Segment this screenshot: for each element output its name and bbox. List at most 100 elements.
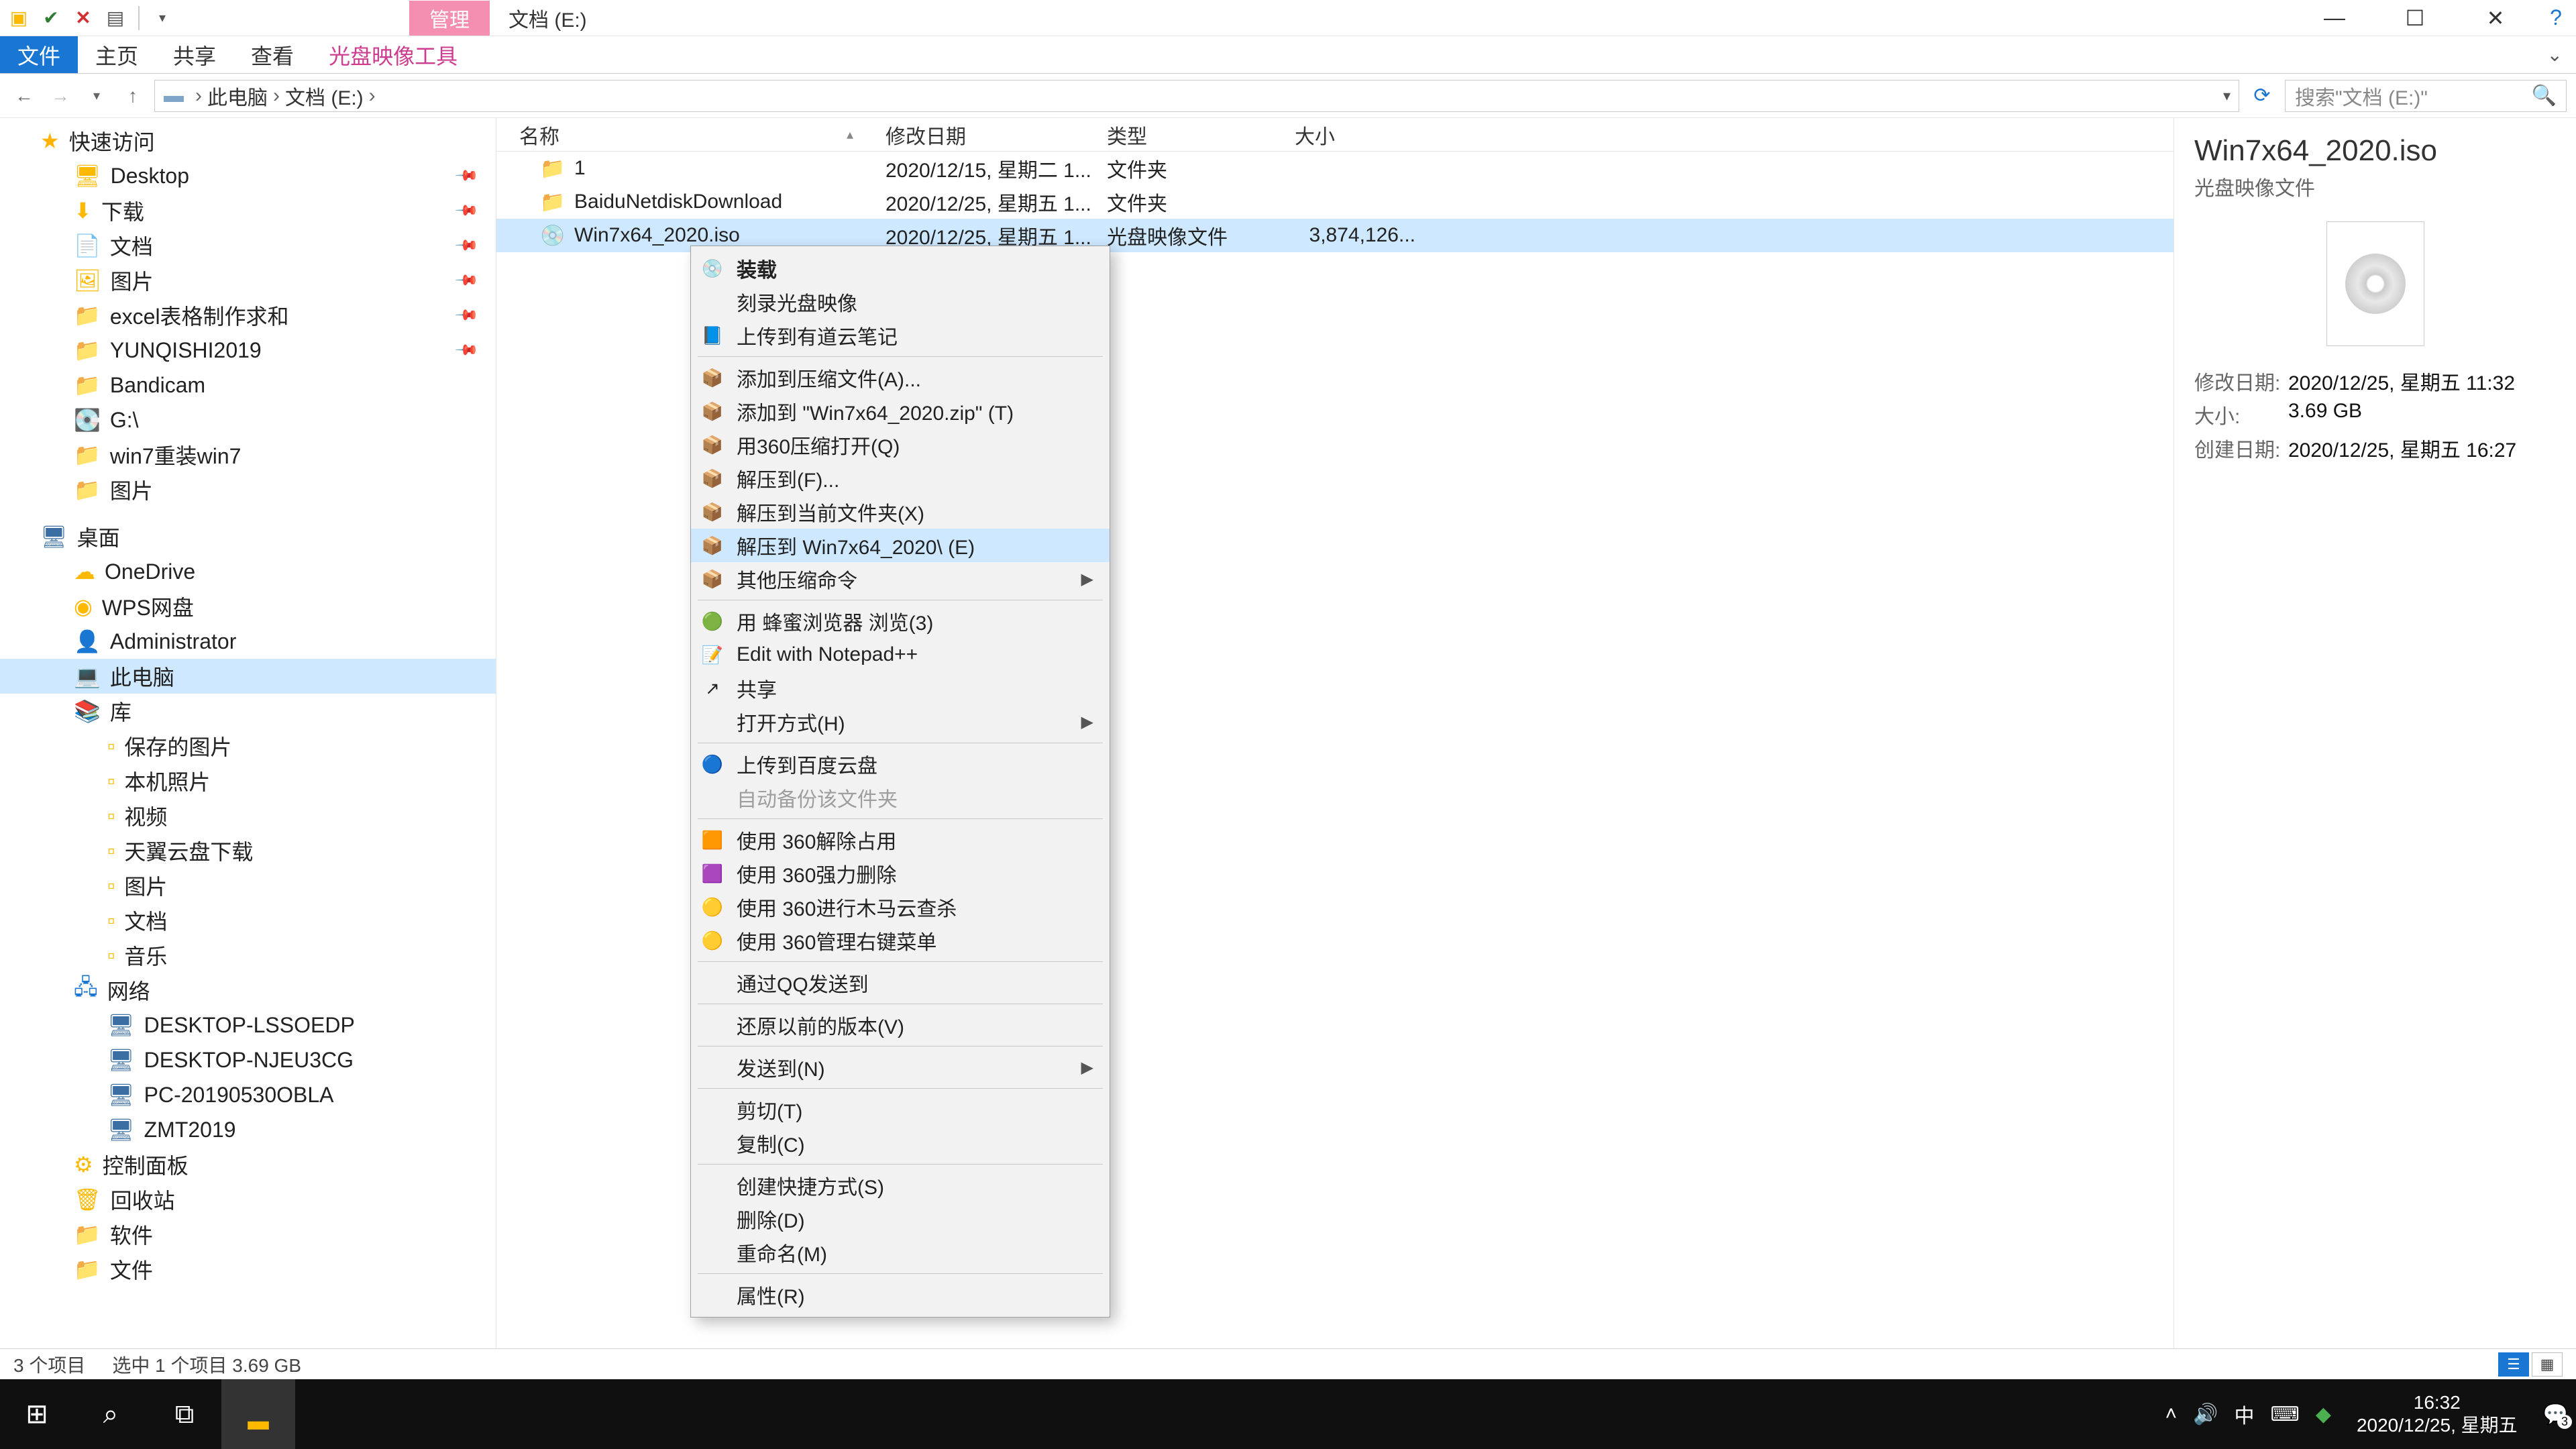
context-menu-item[interactable]: 复制(C) (691, 1126, 1110, 1160)
context-menu-item[interactable]: 🟪使用 360强力删除 (691, 857, 1110, 890)
tree-item[interactable]: ▫视频 (0, 798, 496, 833)
context-menu-item[interactable]: 🔵上传到百度云盘 (691, 747, 1110, 781)
nav-tree[interactable]: ★快速访问 🖥Desktop📌⬇下载📌📄文档📌🖼图片📌📁excel表格制作求和📌… (0, 118, 496, 1348)
context-menu-item[interactable]: 打开方式(H)▶ (691, 705, 1110, 739)
context-menu-item[interactable]: 📦添加到 "Win7x64_2020.zip" (T) (691, 394, 1110, 428)
context-menu-item[interactable]: 通过QQ发送到 (691, 966, 1110, 1000)
qat-props-icon[interactable]: ▤ (102, 5, 129, 32)
help-button[interactable]: ? (2536, 0, 2576, 36)
breadcrumb-dropdown-icon[interactable]: ▾ (2223, 87, 2231, 105)
context-menu-item[interactable]: 📦用360压缩打开(Q) (691, 428, 1110, 462)
context-menu-item[interactable]: 📦解压到 Win7x64_2020\ (E) (691, 529, 1110, 562)
chevron-right-icon[interactable]: › (369, 85, 376, 107)
tree-item[interactable]: ▫文档 (0, 903, 496, 938)
tree-item[interactable]: 🖥DESKTOP-NJEU3CG (0, 1042, 496, 1077)
context-menu-item[interactable]: 📘上传到有道云笔记 (691, 319, 1110, 352)
context-menu-item[interactable]: 📦解压到(F)... (691, 462, 1110, 495)
breadcrumb-part[interactable]: 此电脑 (207, 81, 268, 111)
col-header-type[interactable]: 类型 (1107, 120, 1295, 150)
context-menu-item[interactable]: 还原以前的版本(V) (691, 1008, 1110, 1042)
tree-item[interactable]: 🖥ZMT2019 (0, 1112, 496, 1147)
col-header-size[interactable]: 大小 (1295, 120, 1429, 150)
tree-item[interactable]: 📁excel表格制作求和📌 (0, 298, 496, 333)
tree-item[interactable]: 🖥DESKTOP-LSSOEDP (0, 1008, 496, 1042)
breadcrumb-part[interactable]: 文档 (E:) (285, 81, 364, 111)
tree-item[interactable]: ▫本机照片 (0, 763, 496, 798)
tray-chevron-up-icon[interactable]: ˄ (2165, 1403, 2178, 1426)
refresh-button[interactable]: ⟳ (2246, 80, 2278, 112)
nav-recent-dropdown[interactable]: ▾ (82, 81, 111, 111)
context-menu-item[interactable]: 🟡使用 360进行木马云查杀 (691, 890, 1110, 924)
view-icons-button[interactable]: ▦ (2532, 1352, 2563, 1377)
tree-item[interactable]: ▫保存的图片 (0, 729, 496, 763)
nav-back-button[interactable]: ← (9, 81, 39, 111)
tree-item[interactable]: 📁YUNQISHI2019📌 (0, 333, 496, 368)
tree-item[interactable]: ⚙控制面板 (0, 1147, 496, 1182)
tray-volume-icon[interactable]: 🔊 (2193, 1403, 2218, 1426)
ribbon-tab-home[interactable]: 主页 (78, 36, 156, 73)
context-menu-item[interactable]: 💿装载 (691, 252, 1110, 285)
nav-forward-button[interactable]: → (46, 81, 75, 111)
context-menu-item[interactable]: 📦添加到压缩文件(A)... (691, 361, 1110, 394)
tree-network[interactable]: 🖧网络 (0, 973, 496, 1008)
file-row[interactable]: 📁BaiduNetdiskDownload 2020/12/25, 星期五 1.… (496, 185, 2174, 219)
tree-item[interactable]: 📚库 (0, 694, 496, 729)
search-input[interactable]: 搜索"文档 (E:)" 🔍 (2285, 80, 2567, 112)
tray-security-icon[interactable]: ◆ (2316, 1403, 2331, 1426)
tree-item[interactable]: ▫图片 (0, 868, 496, 903)
tree-item[interactable]: 🖥Desktop📌 (0, 158, 496, 193)
taskbar-explorer-button[interactable]: ▂ (221, 1379, 295, 1449)
tree-item[interactable]: 🖼图片📌 (0, 263, 496, 298)
tree-item[interactable]: 👤Administrator (0, 624, 496, 659)
context-menu-item[interactable]: 🟡使用 360管理右键菜单 (691, 924, 1110, 957)
context-menu-item[interactable]: 属性(R) (691, 1278, 1110, 1311)
tree-item[interactable]: 📁Bandicam (0, 368, 496, 402)
tree-item[interactable]: 📁文件 (0, 1252, 496, 1287)
tree-item[interactable]: ⬇下载📌 (0, 193, 496, 228)
tree-item[interactable]: 💽G:\ (0, 402, 496, 437)
context-menu-item[interactable]: 删除(D) (691, 1202, 1110, 1236)
tree-quick-access[interactable]: ★快速访问 (0, 123, 496, 158)
qat-folder-icon[interactable]: ▣ (5, 5, 32, 32)
task-view-button[interactable]: ⧉ (148, 1379, 221, 1449)
close-button[interactable]: ✕ (2455, 0, 2536, 36)
maximize-button[interactable]: ☐ (2375, 0, 2455, 36)
tree-item[interactable]: 📄文档📌 (0, 228, 496, 263)
context-menu-item[interactable]: 重命名(M) (691, 1236, 1110, 1269)
tree-item[interactable]: 📁图片 (0, 472, 496, 507)
context-menu-item[interactable]: 创建快捷方式(S) (691, 1169, 1110, 1202)
col-header-name[interactable]: 名称▴ (496, 120, 885, 150)
chevron-right-icon[interactable]: › (273, 85, 280, 107)
tree-item[interactable]: ☁OneDrive (0, 554, 496, 589)
nav-up-button[interactable]: ↑ (118, 81, 148, 111)
qat-check-icon[interactable]: ✔ (38, 5, 64, 32)
contextual-tab-manage[interactable]: 管理 (409, 1, 490, 36)
context-menu-item[interactable]: 🟢用 蜂蜜浏览器 浏览(3) (691, 604, 1110, 638)
context-menu-item[interactable]: 📝Edit with Notepad++ (691, 638, 1110, 672)
context-menu-item[interactable]: 发送到(N)▶ (691, 1051, 1110, 1084)
taskbar-search-button[interactable]: ⌕ (74, 1379, 148, 1449)
context-menu-item[interactable]: 📦解压到当前文件夹(X) (691, 495, 1110, 529)
chevron-right-icon[interactable]: › (195, 85, 202, 107)
taskbar-clock[interactable]: 16:32 2020/12/25, 星期五 (2347, 1391, 2527, 1437)
breadcrumb[interactable]: ▬ › 此电脑 › 文档 (E:) › ▾ (154, 80, 2239, 112)
tray-keyboard-icon[interactable]: ⌨ (2271, 1403, 2300, 1426)
tray-ime-icon[interactable]: 中 (2235, 1399, 2255, 1429)
tree-item[interactable]: 📁软件 (0, 1217, 496, 1252)
tree-item[interactable]: 📁win7重装win7 (0, 437, 496, 472)
tree-item[interactable]: 💻此电脑 (0, 659, 496, 694)
context-menu-item[interactable]: 🟧使用 360解除占用 (691, 823, 1110, 857)
qat-x-icon[interactable]: ✕ (70, 5, 97, 32)
start-button[interactable]: ⊞ (0, 1379, 74, 1449)
ribbon-tab-file[interactable]: 文件 (0, 36, 78, 73)
tree-item[interactable]: ◉WPS网盘 (0, 589, 496, 624)
ribbon-expand-icon[interactable]: ⌄ (2547, 36, 2576, 73)
view-details-button[interactable]: ☰ (2498, 1352, 2529, 1377)
file-row[interactable]: 📁1 2020/12/15, 星期二 1... 文件夹 (496, 152, 2174, 185)
context-menu-item[interactable]: 刻录光盘映像 (691, 285, 1110, 319)
qat-dropdown-icon[interactable]: ▾ (149, 5, 176, 32)
ribbon-tab-share[interactable]: 共享 (156, 36, 233, 73)
tree-item[interactable]: 🗑回收站 (0, 1182, 496, 1217)
tree-item[interactable]: ▫天翼云盘下载 (0, 833, 496, 868)
tree-item[interactable]: ▫音乐 (0, 938, 496, 973)
